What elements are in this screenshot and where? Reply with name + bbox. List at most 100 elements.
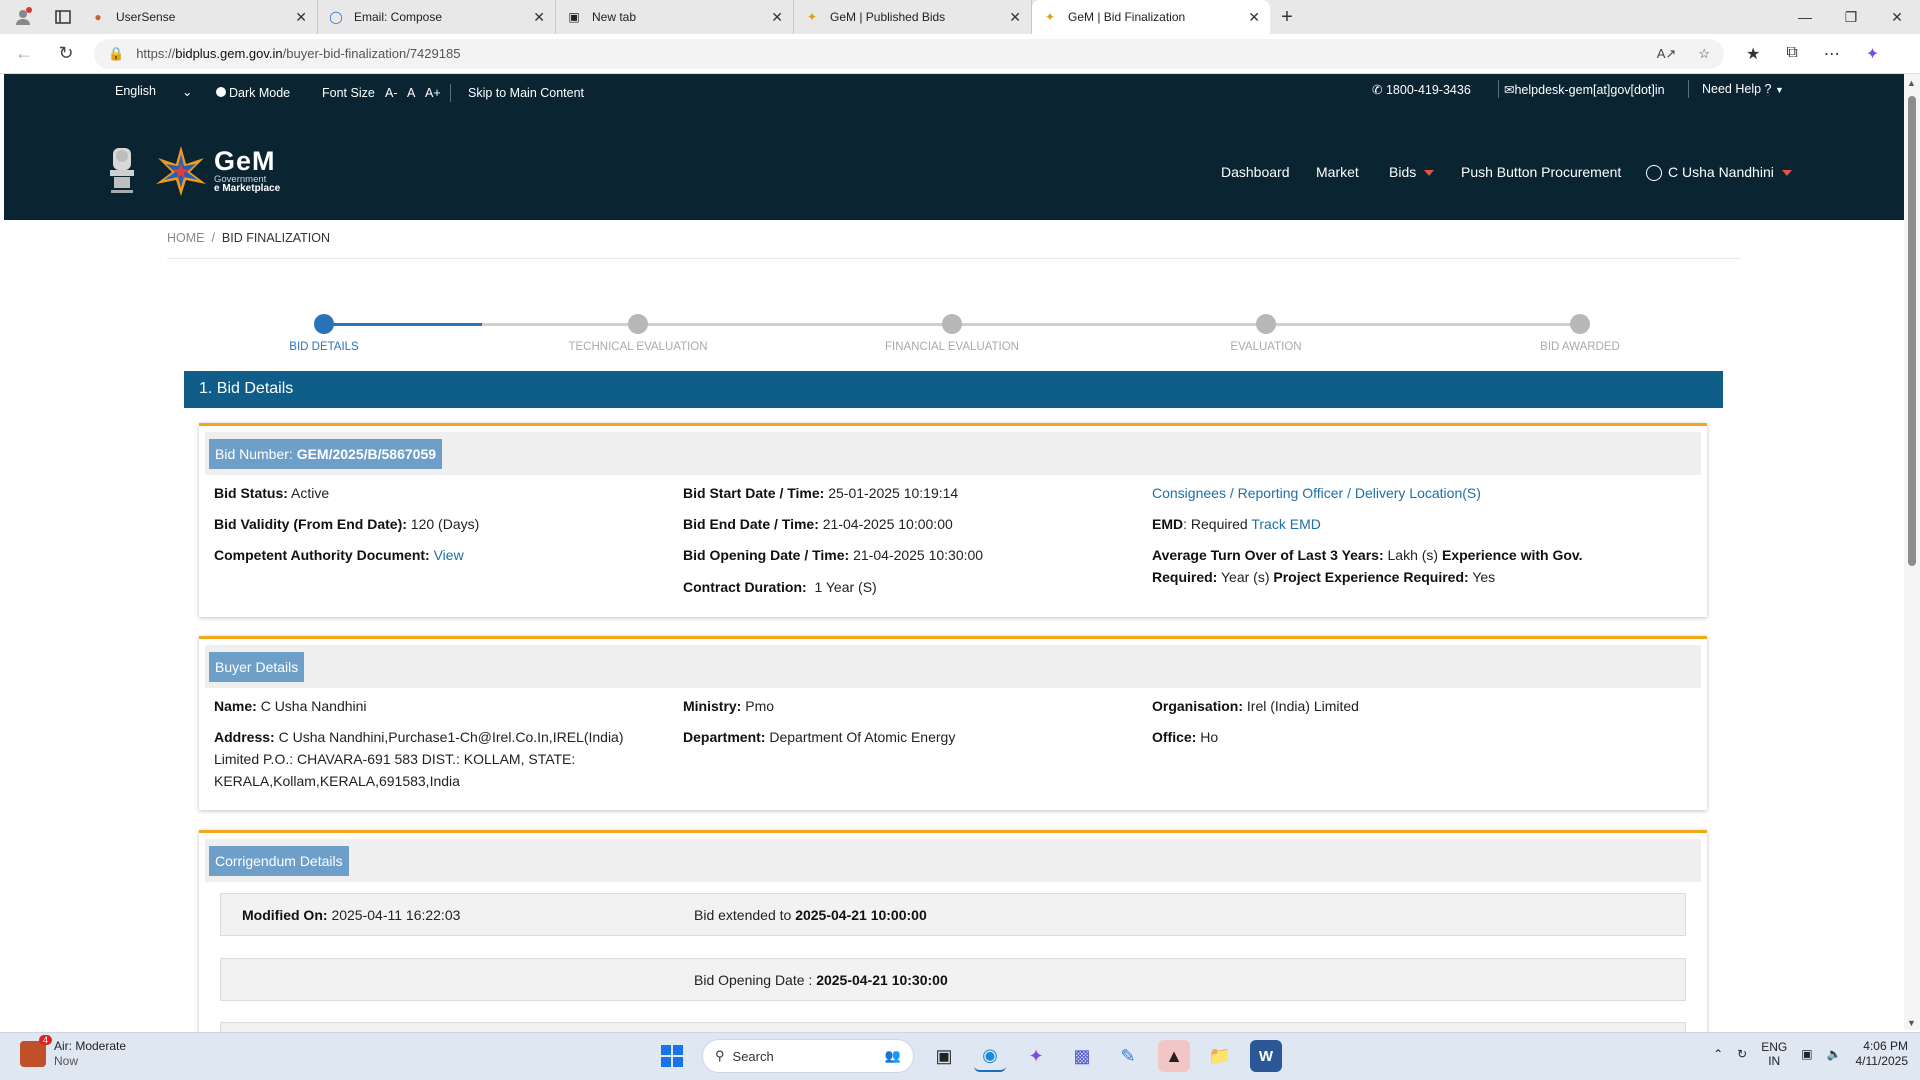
scroll-up-icon[interactable]: ▲: [1907, 78, 1916, 88]
field-label: Name:: [214, 698, 257, 714]
clock[interactable]: 4:06 PM 4/11/2025: [1856, 1039, 1909, 1069]
task-view-icon[interactable]: ▣: [928, 1040, 960, 1072]
field-value: Ho: [1200, 729, 1219, 745]
bid-status: Bid Status: Active: [214, 482, 329, 504]
chevron-up-icon[interactable]: ⌃: [1713, 1047, 1723, 1061]
profile-icon[interactable]: [0, 0, 46, 34]
breadcrumb-home[interactable]: HOME: [167, 231, 205, 245]
email-link[interactable]: ✉helpdesk-gem[at]gov[dot]in: [1504, 82, 1665, 97]
phone-link[interactable]: ✆ 1800-419-3436: [1372, 82, 1471, 97]
step-label-bid-details[interactable]: BID DETAILS: [289, 341, 358, 353]
field-label: Bid End Date / Time:: [683, 516, 819, 532]
user-name: C Usha Nandhini: [1668, 164, 1774, 180]
nav-push-button-procurement[interactable]: Push Button Procurement: [1461, 164, 1621, 180]
tab-gem-bid-finalization[interactable]: ✦ GeM | Bid Finalization ✕: [1032, 0, 1270, 34]
url-field[interactable]: 🔒 https://bidplus.gem.gov.in/buyer-bid-f…: [94, 38, 1724, 69]
teams-icon[interactable]: ▩: [1066, 1040, 1098, 1072]
copilot-icon[interactable]: ✦: [1866, 44, 1879, 64]
language-select[interactable]: English: [115, 84, 156, 98]
favorites-icon[interactable]: ★: [1746, 44, 1760, 64]
read-aloud-icon[interactable]: A↗: [1657, 46, 1677, 62]
close-icon[interactable]: ✕: [295, 9, 307, 26]
tab-email-compose[interactable]: ◯ Email: Compose ✕: [318, 0, 556, 34]
url-prefix: https://: [136, 46, 176, 61]
scroll-down-icon[interactable]: ▼: [1907, 1018, 1916, 1028]
font-increase-button[interactable]: A+: [425, 86, 441, 100]
refresh-icon[interactable]: ↻: [48, 36, 84, 72]
font-normal-button[interactable]: A: [407, 86, 415, 100]
vertical-scrollbar[interactable]: ▲ ▼: [1904, 74, 1920, 1030]
nav-bids[interactable]: Bids: [1389, 164, 1435, 180]
caret-down-icon: [1781, 170, 1792, 177]
bid-validity: Bid Validity (From End Date): 120 (Days): [214, 513, 479, 535]
language-indicator[interactable]: ENG IN: [1761, 1040, 1787, 1068]
network-icon[interactable]: ▣: [1801, 1047, 1812, 1061]
contract-duration: Contract Duration: 1 Year (S): [683, 576, 877, 598]
gem-brand-name: GeM: [214, 145, 276, 176]
edge-icon[interactable]: ◉: [974, 1040, 1006, 1072]
snip-app-icon[interactable]: ▲: [1158, 1040, 1190, 1072]
nav-dashboard[interactable]: Dashboard: [1221, 164, 1290, 180]
tab-new-tab[interactable]: ▣ New tab ✕: [556, 0, 794, 34]
step-label-evaluation[interactable]: EVALUATION: [1230, 341, 1301, 353]
need-help-menu[interactable]: Need Help ? ▼: [1702, 82, 1784, 96]
corrigendum-opening-date: Bid Opening Date : 2025-04-21 10:30:00: [694, 969, 948, 991]
breadcrumb-current: BID FINALIZATION: [221, 231, 331, 245]
step-label-bid-awarded[interactable]: BID AWARDED: [1540, 341, 1620, 353]
newtab-icon: ▣: [568, 10, 580, 24]
lock-icon: 🔒: [108, 45, 125, 61]
close-window-icon[interactable]: ✕: [1874, 0, 1920, 34]
track-emd-link[interactable]: Track EMD: [1251, 516, 1320, 532]
step-label-financial-evaluation[interactable]: FINANCIAL EVALUATION: [885, 341, 1019, 353]
restore-icon[interactable]: ❐: [1828, 0, 1874, 34]
new-tab-button[interactable]: +: [1270, 0, 1304, 34]
email-icon: ◯: [329, 10, 343, 24]
pen-app-icon[interactable]: ✎: [1112, 1040, 1144, 1072]
taskbar-search[interactable]: ⚲ Search 👥: [702, 1039, 914, 1073]
file-explorer-icon[interactable]: 📁: [1204, 1040, 1236, 1072]
card-header: Buyer Details: [205, 645, 1701, 688]
tab-usersense[interactable]: ● UserSense ✕: [80, 0, 318, 34]
tab-gem-published-bids[interactable]: ✦ GeM | Published Bids ✕: [794, 0, 1032, 34]
tab-actions-icon[interactable]: [46, 0, 80, 34]
consignees-link[interactable]: Consignees / Reporting Officer / Deliver…: [1152, 485, 1481, 501]
weather-widget[interactable]: 4 Air: Moderate Now: [20, 1035, 126, 1069]
nav-user-menu[interactable]: C Usha Nandhini: [1646, 164, 1792, 182]
close-icon[interactable]: ✕: [1248, 9, 1260, 26]
close-icon[interactable]: ✕: [771, 9, 783, 26]
skip-to-main-link[interactable]: Skip to Main Content: [468, 86, 584, 100]
field-value: 2025-04-11 16:22:03: [331, 907, 461, 923]
volume-icon[interactable]: 🔈: [1827, 1047, 1842, 1061]
weather-subtitle: Now: [54, 1054, 79, 1068]
tab-label: New tab: [592, 10, 637, 24]
gem-icon: ✦: [1044, 10, 1056, 24]
bid-end-date: Bid End Date / Time: 21-04-2025 10:00:00: [683, 513, 953, 535]
word-icon[interactable]: W: [1250, 1040, 1282, 1072]
field-value: 1 Year (S): [814, 579, 877, 595]
scrollbar-thumb[interactable]: [1908, 96, 1916, 566]
font-decrease-button[interactable]: A-: [385, 86, 398, 100]
back-icon[interactable]: ←: [6, 36, 42, 72]
collections-icon[interactable]: ⧉: [1786, 44, 1797, 64]
more-icon[interactable]: ⋯: [1824, 44, 1840, 64]
view-document-link[interactable]: View: [434, 547, 464, 563]
divider: [450, 84, 451, 102]
minimize-icon[interactable]: —: [1782, 0, 1828, 34]
brand-logos[interactable]: GeM Government e Marketplace: [104, 144, 280, 198]
breadcrumb-separator: /: [211, 231, 215, 245]
user-icon: [1646, 165, 1662, 182]
caret-down-icon: ▼: [1774, 85, 1784, 95]
close-icon[interactable]: ✕: [533, 9, 545, 26]
field-value: Active: [291, 485, 330, 501]
favorite-star-icon[interactable]: ☆: [1698, 46, 1710, 62]
windows-start-icon[interactable]: [656, 1040, 688, 1072]
step-line-completed: [324, 323, 482, 326]
copilot-taskbar-icon[interactable]: ✦: [1020, 1040, 1052, 1072]
step-label-technical-evaluation[interactable]: TECHNICAL EVALUATION: [568, 341, 707, 353]
font-size-label: Font Size: [322, 86, 375, 100]
close-icon[interactable]: ✕: [1009, 9, 1021, 26]
sync-icon[interactable]: ↻: [1737, 1047, 1747, 1061]
dark-mode-toggle[interactable]: Dark Mode: [216, 86, 290, 100]
nav-market[interactable]: Market: [1316, 164, 1359, 180]
tab-label: GeM | Published Bids: [830, 10, 946, 24]
